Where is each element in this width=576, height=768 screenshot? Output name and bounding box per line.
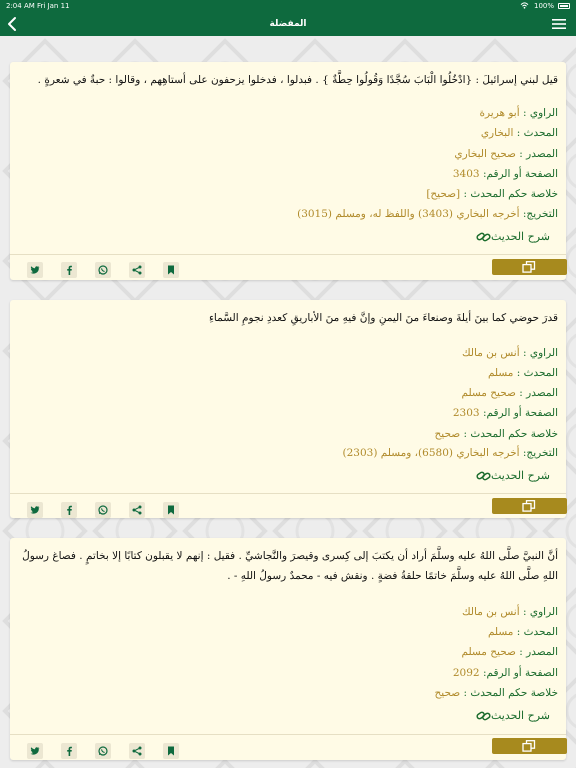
sharh-link[interactable]: شرح الحديث	[472, 468, 550, 484]
narrator-row: الراوي : أنس بن مالك	[461, 606, 558, 618]
nav-bar: المفضلة	[0, 12, 576, 36]
muhaddith-value: البخاري	[480, 127, 514, 139]
facebook-button[interactable]	[61, 502, 77, 518]
ruling-value: [صحيح]	[426, 188, 461, 200]
twitter-button[interactable]	[27, 743, 43, 759]
page-row: الصفحة أو الرقم: 2303	[452, 407, 558, 419]
muhaddith-value: مسلم	[487, 367, 514, 379]
source-row: المصدر : صحيح مسلم	[461, 387, 558, 399]
share-icon	[132, 505, 142, 515]
whatsapp-icon	[98, 505, 108, 515]
page-value: 3403	[452, 168, 480, 180]
bookmark-button[interactable]	[163, 262, 179, 278]
whatsapp-icon	[98, 746, 108, 756]
takhrij-value: أخرجه البخاري (3403) واللفظ له، ومسلم (3…	[297, 208, 520, 220]
whatsapp-button[interactable]	[95, 502, 111, 518]
status-date: Fri Jan 11	[37, 2, 70, 10]
ruling-value: صحيح	[434, 428, 461, 440]
divider	[10, 493, 566, 494]
twitter-icon	[30, 747, 40, 755]
source-row: المصدر : صحيح مسلم	[461, 646, 558, 658]
link-icon	[476, 232, 491, 242]
sharh-link[interactable]: شرح الحديث	[472, 229, 550, 245]
twitter-button[interactable]	[27, 502, 43, 518]
muhaddith-row: المحدث : مسلم	[487, 367, 558, 379]
page-row: الصفحة أو الرقم: 3403	[452, 168, 558, 180]
share-button[interactable]	[129, 262, 145, 278]
takhrij-row: التخريج: أخرجه البخاري (6580)، ومسلم (23…	[342, 447, 558, 459]
link-icon	[476, 711, 491, 721]
copy-button[interactable]	[492, 738, 567, 754]
battery-icon	[558, 3, 570, 9]
copy-icon	[522, 740, 536, 752]
share-icon	[132, 265, 142, 275]
facebook-icon	[67, 265, 72, 275]
page-title: المفضلة	[269, 19, 307, 29]
bookmark-icon	[168, 746, 174, 756]
status-time: 2:04 AM	[6, 2, 35, 10]
source-value: صحيح مسلم	[461, 387, 516, 399]
muhaddith-row: المحدث : مسلم	[487, 626, 558, 638]
copy-button[interactable]	[492, 259, 567, 275]
twitter-icon	[30, 266, 40, 274]
twitter-button[interactable]	[27, 262, 43, 278]
ruling-row: خلاصة حكم المحدث : صحيح	[434, 428, 558, 440]
takhrij-value: أخرجه البخاري (6580)، ومسلم (2303)	[342, 447, 520, 459]
ruling-row: خلاصة حكم المحدث : [صحيح]	[426, 188, 558, 200]
narrator-value: أنس بن مالك	[461, 347, 520, 359]
source-value: صحيح البخاري	[454, 148, 516, 160]
muhaddith-value: مسلم	[487, 626, 514, 638]
muhaddith-row: المحدث : البخاري	[480, 127, 558, 139]
narrator-row: الراوي : أنس بن مالك	[461, 347, 558, 359]
sharh-link[interactable]: شرح الحديث	[472, 708, 550, 724]
hadith-card: أنَّ النبيَّ صلَّى اللهُ عليه وسلَّمَ أر…	[10, 538, 567, 760]
hadith-card: قيل لبني إسرائيلَ : {ادْخُلُوا الْبَابَ …	[10, 62, 567, 280]
bookmark-icon	[168, 265, 174, 275]
hadith-text: قيل لبني إسرائيلَ : {ادْخُلُوا الْبَابَ …	[37, 74, 558, 86]
wifi-icon	[520, 2, 529, 9]
divider	[10, 254, 566, 255]
source-row: المصدر : صحيح البخاري	[454, 148, 558, 160]
page-row: الصفحة أو الرقم: 2092	[452, 667, 558, 679]
narrator-row: الراوي : أبو هريرة	[479, 107, 559, 119]
whatsapp-button[interactable]	[95, 262, 111, 278]
whatsapp-button[interactable]	[95, 743, 111, 759]
bookmark-icon	[168, 505, 174, 515]
page-value: 2303	[452, 407, 480, 419]
share-icon	[132, 746, 142, 756]
divider	[10, 734, 566, 735]
facebook-icon	[67, 505, 72, 515]
share-button[interactable]	[129, 502, 145, 518]
bookmark-button[interactable]	[163, 502, 179, 518]
hamburger-menu-icon[interactable]	[552, 18, 566, 30]
copy-button[interactable]	[492, 498, 567, 514]
copy-icon	[522, 261, 536, 273]
twitter-icon	[30, 506, 40, 514]
source-value: صحيح مسلم	[461, 646, 516, 658]
facebook-icon	[67, 746, 72, 756]
narrator-value: أنس بن مالك	[461, 606, 520, 618]
share-button[interactable]	[129, 743, 145, 759]
page-value: 2092	[452, 667, 480, 679]
hadith-text: أنَّ النبيَّ صلَّى اللهُ عليه وسلَّمَ أر…	[22, 550, 558, 582]
ruling-row: خلاصة حكم المحدث : صحيح	[434, 687, 558, 699]
copy-icon	[522, 500, 536, 512]
whatsapp-icon	[98, 265, 108, 275]
battery-percent: 100%	[533, 2, 554, 10]
takhrij-row: التخريج: أخرجه البخاري (3403) واللفظ له،…	[297, 208, 558, 220]
facebook-button[interactable]	[61, 262, 77, 278]
narrator-value: أبو هريرة	[479, 107, 520, 119]
status-bar: 2:04 AM Fri Jan 11 100%	[0, 0, 576, 12]
hadith-card: قدرَ حوضي كما بينَ أيلةَ وصنعاءَ منَ الي…	[10, 300, 567, 518]
bookmark-button[interactable]	[163, 743, 179, 759]
facebook-button[interactable]	[61, 743, 77, 759]
ruling-value: صحيح	[434, 687, 461, 699]
hadith-text: قدرَ حوضي كما بينَ أيلةَ وصنعاءَ منَ الي…	[208, 312, 558, 324]
link-icon	[476, 471, 491, 481]
